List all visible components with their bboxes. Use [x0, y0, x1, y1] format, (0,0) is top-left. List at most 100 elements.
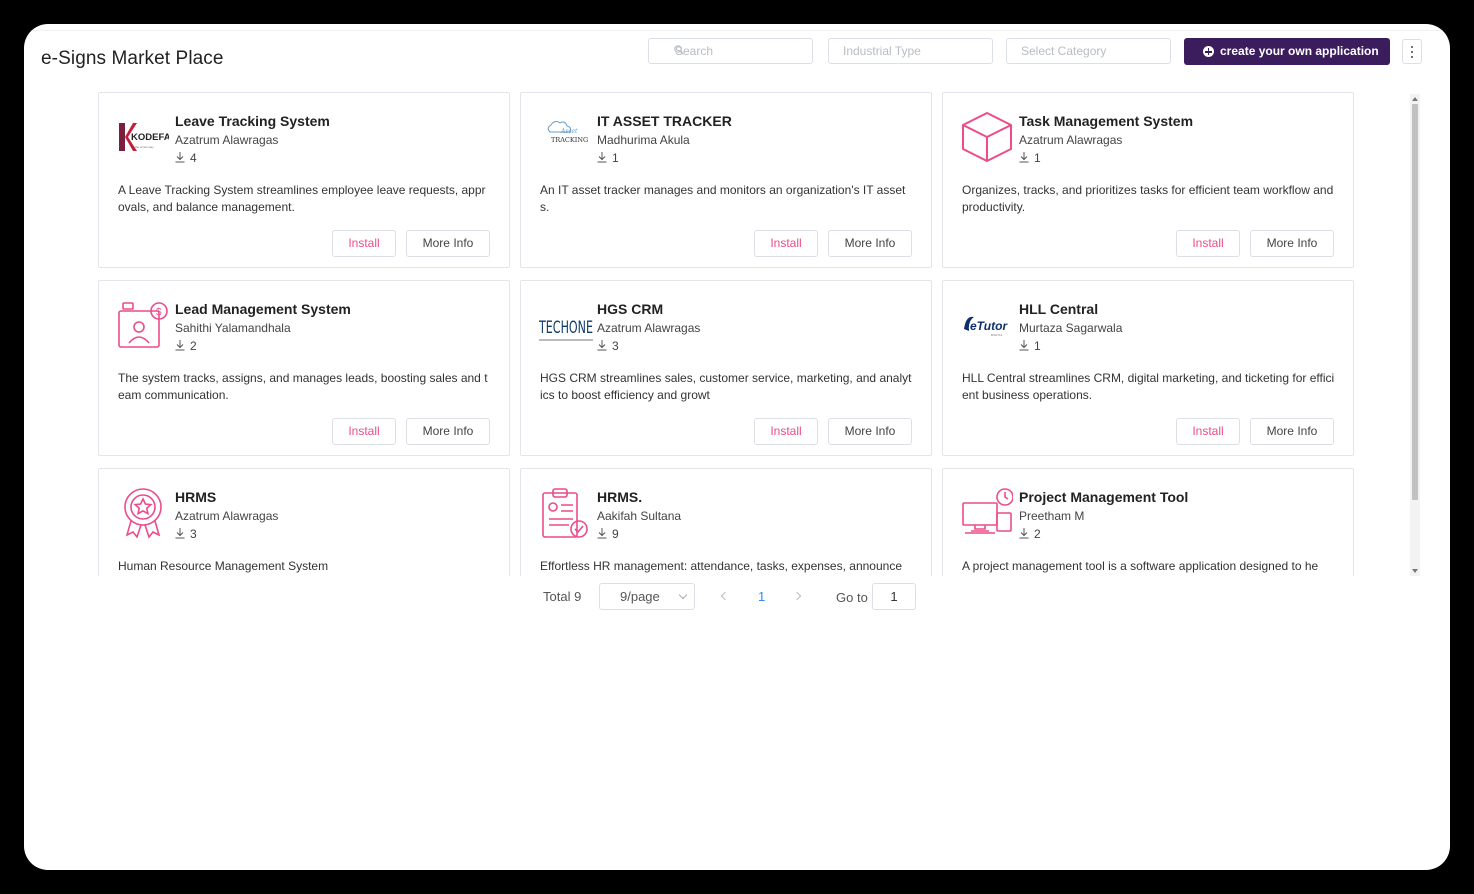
page-title: e-Signs Market Place — [41, 48, 224, 69]
search-input[interactable]: Search — [648, 38, 813, 64]
download-icon — [175, 528, 185, 539]
svg-text:$: $ — [156, 307, 162, 318]
lead-person-icon: $ — [117, 299, 169, 351]
download-count-value: 2 — [1034, 527, 1041, 541]
category-select[interactable]: Select Category — [1006, 38, 1171, 64]
app-name: HRMS — [175, 489, 217, 505]
app-description: The system tracks, assigns, and manages … — [118, 371, 488, 402]
download-icon — [175, 152, 185, 163]
prev-page-icon[interactable] — [720, 591, 730, 601]
clipboard-check-icon — [539, 487, 591, 539]
app-description: Effortless HR management: attendance, ta… — [540, 559, 902, 573]
download-count-value: 9 — [612, 527, 619, 541]
more-info-button[interactable]: More Info — [406, 418, 490, 445]
install-button[interactable]: Install — [332, 230, 396, 257]
app-name: IT ASSET TRACKER — [597, 113, 732, 129]
cube-icon — [961, 111, 1013, 163]
download-count: 4 — [175, 151, 197, 165]
industrial-type-select[interactable]: Industrial Type — [828, 38, 993, 64]
download-count: 1 — [1019, 151, 1041, 165]
svg-text:eTutor: eTutor — [970, 319, 1008, 333]
download-icon — [1019, 340, 1029, 351]
download-count: 1 — [597, 151, 619, 165]
download-count-value: 3 — [612, 339, 619, 353]
download-count: 9 — [597, 527, 619, 541]
industrial-type-placeholder: Industrial Type — [843, 44, 921, 58]
award-badge-icon — [117, 487, 169, 539]
app-author: Azatrum Alawragas — [597, 321, 701, 335]
download-count-value: 1 — [1034, 151, 1041, 165]
app-card[interactable]: Task Management System Azatrum Alawragas 1… — [942, 92, 1354, 268]
create-application-label: create your own application — [1220, 44, 1379, 58]
install-button[interactable]: Install — [1176, 230, 1240, 257]
more-info-button[interactable]: More Info — [1250, 418, 1334, 445]
install-button[interactable]: Install — [754, 230, 818, 257]
app-description: An IT asset tracker manages and monitors… — [540, 183, 906, 214]
scroll-up-arrow-icon[interactable] — [1412, 97, 1418, 101]
next-page-icon[interactable] — [792, 591, 802, 601]
svg-text:TRACKING: TRACKING — [551, 136, 588, 144]
more-options-button[interactable] — [1402, 39, 1422, 64]
app-card[interactable]: Asset TRACKING IT ASSET TRACKER Madhurima A… — [520, 92, 932, 268]
install-button[interactable]: Install — [1176, 418, 1240, 445]
app-card[interactable]: KODEFAST the smart way Leave Tracking Syst… — [98, 92, 510, 268]
grid-scrollbar[interactable] — [1410, 94, 1420, 576]
svg-text:the smart way: the smart way — [135, 145, 154, 149]
app-card[interactable]: Project Management Tool Preetham M 2 A proj… — [942, 468, 1354, 576]
download-count: 2 — [1019, 527, 1041, 541]
app-card[interactable]: $ Lead Management System Sahithi Yalamandh… — [98, 280, 510, 456]
app-author: Preetham M — [1019, 509, 1085, 523]
download-icon — [597, 152, 607, 163]
download-count-value: 1 — [1034, 339, 1041, 353]
app-description: HLL Central streamlines CRM, digital mar… — [962, 371, 1335, 402]
app-card[interactable]: HRMS. Aakifah Sultana 9 Effortless HR manag… — [520, 468, 932, 576]
app-name: HGS CRM — [597, 301, 664, 317]
app-description: Human Resource Management System — [118, 559, 329, 573]
scrollbar-thumb[interactable] — [1412, 104, 1418, 500]
pagination: Total 9 9/page 1 Go to 1 — [24, 583, 1450, 611]
app-description: HGS CRM streamlines sales, customer serv… — [540, 371, 912, 402]
app-grid: KODEFAST the smart way Leave Tracking Syst… — [98, 92, 1354, 576]
app-name: Project Management Tool — [1019, 489, 1189, 505]
app-name: HRMS. — [597, 489, 643, 505]
download-icon — [597, 340, 607, 351]
download-count-value: 1 — [612, 151, 619, 165]
download-icon — [1019, 528, 1029, 539]
more-info-button[interactable]: More Info — [406, 230, 490, 257]
download-count-value: 3 — [190, 527, 197, 541]
kodefast-logo: KODEFAST the smart way — [117, 111, 183, 163]
current-page-number[interactable]: 1 — [758, 589, 765, 604]
app-author: Madhurima Akula — [597, 133, 690, 147]
app-description: Organizes, tracks, and prioritizes tasks… — [962, 183, 1334, 214]
create-application-button[interactable]: create your own application — [1184, 38, 1390, 65]
install-button[interactable]: Install — [754, 418, 818, 445]
techone-logo: TECHONE — [538, 299, 593, 351]
etutor-logo: eTutor DIGITAL — [961, 299, 1013, 351]
more-info-button[interactable]: More Info — [1250, 230, 1334, 257]
app-author: Aakifah Sultana — [597, 509, 682, 523]
download-count: 2 — [175, 339, 197, 353]
app-card[interactable]: HRMS Azatrum Alawragas 3 Human Resource Man… — [98, 468, 510, 576]
install-button[interactable]: Install — [332, 418, 396, 445]
top-divider — [24, 30, 1450, 31]
more-info-button[interactable]: More Info — [828, 418, 912, 445]
app-description: A Leave Tracking System streamlines empl… — [118, 183, 486, 214]
app-author: Azatrum Alawragas — [175, 509, 279, 523]
download-count: 3 — [175, 527, 197, 541]
app-name: Task Management System — [1019, 113, 1194, 129]
app-name: HLL Central — [1019, 301, 1099, 317]
svg-text:Asset: Asset — [560, 128, 578, 135]
goto-page-input[interactable]: 1 — [872, 583, 916, 610]
app-author: Sahithi Yalamandhala — [175, 321, 291, 335]
asset-tracking-logo: Asset TRACKING — [539, 111, 591, 163]
scroll-down-arrow-icon[interactable] — [1412, 569, 1418, 573]
more-info-button[interactable]: More Info — [828, 230, 912, 257]
download-icon — [1019, 152, 1029, 163]
app-card[interactable]: eTutor DIGITAL HLL Central Murtaza Sagarwal… — [942, 280, 1354, 456]
app-frame: e-Signs Market Place Search Industrial T… — [24, 24, 1450, 870]
plus-circle-icon — [1203, 46, 1214, 57]
download-icon — [597, 528, 607, 539]
app-card[interactable]: TECHONE HGS CRM Azatrum Alawragas 3 HGS CRM … — [520, 280, 932, 456]
chevron-down-icon — [678, 590, 688, 600]
page-size-select[interactable]: 9/page — [599, 583, 695, 610]
